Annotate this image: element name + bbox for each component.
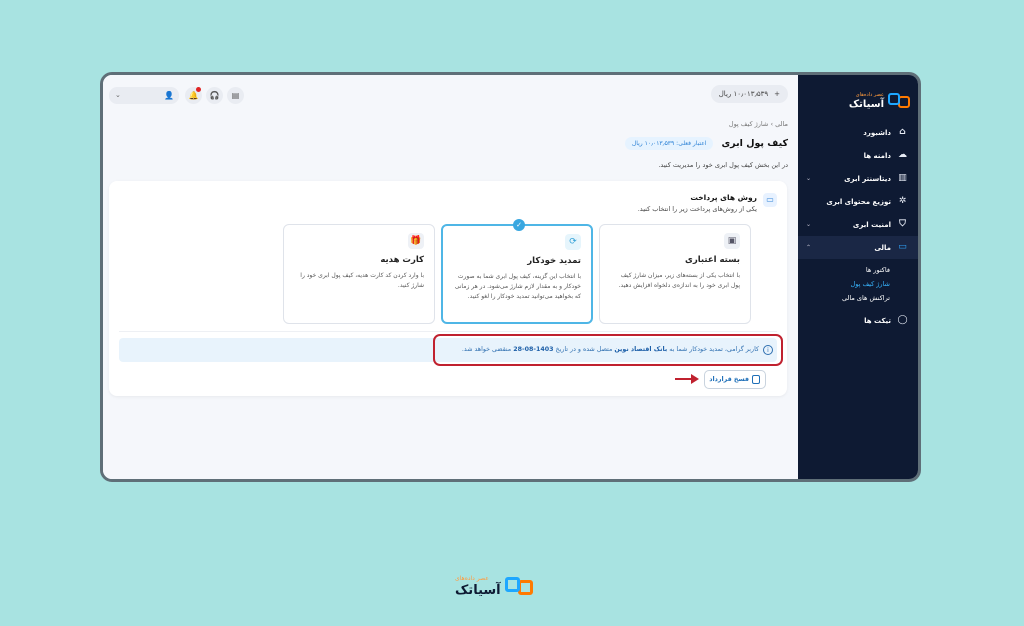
notice-bank: بانک اقتصاد نوین <box>614 346 668 353</box>
headset-icon[interactable]: 🎧 <box>206 87 223 104</box>
logo-icon <box>888 93 910 109</box>
arrow-right-icon <box>675 374 699 384</box>
footer-logo: عصر داده‌های آسیاتک <box>455 576 533 597</box>
user-menu[interactable]: ⌄ 👤 <box>109 87 179 104</box>
user-icon: 👤 <box>164 91 174 100</box>
option-desc: با انتخاب یکی از بسته‌های زیر، میزان شار… <box>618 272 740 289</box>
cloud-upload-icon: ☁ <box>898 150 907 160</box>
plus-icon: + <box>774 90 780 98</box>
sidebar-sub-transactions[interactable]: تراکنش های مالی <box>798 291 918 305</box>
chat-icon: ◯ <box>897 315 908 325</box>
wallet-icon: ▭ <box>898 242 907 252</box>
balance-amount: ۱۰٫۰۱۳٫۵۳۹ ریال <box>718 90 769 98</box>
chevron-up-icon: ⌃ <box>806 244 812 251</box>
gift-icon: 🎁 <box>408 233 424 249</box>
title-row: کیف پول ابری اعتبار فعلی: ۱۰٫۰۱۳٫۵۳۹ ریا… <box>624 137 788 150</box>
page-description: در این بخش کیف پول ابری خود را مدیریت کن… <box>658 161 788 169</box>
option-title: بسته اعتباری <box>685 255 740 265</box>
topbar: ⌄ 👤 🔔 🎧 ▤ + ۱۰٫۰۱۳٫۵۳۹ ریال <box>109 85 788 105</box>
notice-date: 1403-08-28 <box>513 346 554 353</box>
option-gift-card[interactable]: 🎁 کارت هدیه با وارد کردن کد کارت هدیه، ک… <box>283 224 435 324</box>
chevron-down-icon: ⌄ <box>806 221 812 228</box>
sidebar-item-domains[interactable]: ☁ دامنه ها <box>798 144 918 167</box>
payment-title: روش های پرداخت <box>690 193 757 202</box>
footer-logo-icon <box>504 576 533 597</box>
divider <box>119 331 777 332</box>
info-icon: i <box>763 345 773 355</box>
option-title: تمدید خودکار <box>527 256 581 266</box>
payment-subtitle: یکی از روش‌های پرداخت زیر را انتخاب کنید… <box>637 205 757 213</box>
credit-badge: اعتبار فعلی: ۱۰٫۰۱۳٫۵۳۹ ریال <box>624 137 714 150</box>
sidebar-sub-wallet-charge[interactable]: شارژ کیف پول <box>798 277 918 291</box>
footer-logo-text: عصر داده‌های آسیاتک <box>455 575 501 598</box>
sidebar: عصر داده‌های آسیاتک ⌂ داشبورد ☁ دامنه ها ▥ د… <box>798 75 918 479</box>
notice-text-3: منقضی خواهد شد. <box>461 346 512 353</box>
shield-icon: ⛉ <box>899 219 906 229</box>
option-desc: با انتخاب این گزینه، کیف پول ابری شما به… <box>454 273 581 300</box>
sidebar-item-cdn[interactable]: ✲ توزیع محتوای ابری <box>798 190 918 213</box>
notice-text-1: کاربر گرامی، تمدید خودکار شما به <box>669 346 759 353</box>
option-credit-package[interactable]: ▣ بسته اعتباری با انتخاب یکی از بسته‌های… <box>599 224 751 324</box>
cancel-contract-button[interactable]: فسخ قرارداد <box>704 370 766 389</box>
breadcrumb: مالی › شارژ کیف پول <box>729 120 788 128</box>
sidebar-item-datacenter[interactable]: ▥ دیتاسنتر ابری ⌄ <box>798 167 918 190</box>
box-icon: ▣ <box>724 233 740 249</box>
breadcrumb-parent[interactable]: مالی <box>775 120 788 128</box>
notice-text-2: متصل شده و در تاریخ <box>555 346 613 353</box>
sidebar-item-tickets[interactable]: ◯ تیکت ها <box>798 309 918 332</box>
sidebar-logo[interactable]: عصر داده‌های آسیاتک <box>798 89 918 121</box>
refresh-icon: ⟳ <box>565 234 581 250</box>
main-content: ⌄ 👤 🔔 🎧 ▤ + ۱۰٫۰۱۳٫۵۳۹ ریال مالی › شارژ ک… <box>103 75 798 479</box>
chevron-down-icon: ⌄ <box>806 175 812 182</box>
payment-methods-icon: ▭ <box>763 193 777 207</box>
payment-card: ▭ روش های پرداخت یکی از روش‌های پرداخت ز… <box>109 181 787 396</box>
auto-renew-notice: i کاربر گرامی، تمدید خودکار شما به بانک … <box>433 334 783 366</box>
sidebar-sub-invoices[interactable]: فاکتور ها <box>798 263 918 277</box>
server-icon: ▥ <box>898 173 907 183</box>
breadcrumb-current: شارژ کیف پول <box>728 120 769 128</box>
bell-icon[interactable]: 🔔 <box>185 87 202 104</box>
option-desc: با وارد کردن کد کارت هدیه، کیف پول ابری … <box>300 272 424 289</box>
payment-header: ▭ روش های پرداخت یکی از روش‌های پرداخت ز… <box>638 193 777 213</box>
option-title: کارت هدیه <box>380 255 424 265</box>
app-window: ⌄ 👤 🔔 🎧 ▤ + ۱۰٫۰۱۳٫۵۳۹ ریال مالی › شارژ ک… <box>100 72 921 482</box>
notification-dot <box>196 87 201 92</box>
logo-text: عصر داده‌های آسیاتک <box>848 91 884 110</box>
sidebar-item-finance[interactable]: ▭ مالی ⌃ <box>798 236 918 259</box>
network-icon: ✲ <box>898 196 907 206</box>
balance-pill[interactable]: + ۱۰٫۰۱۳٫۵۳۹ ریال <box>710 85 788 103</box>
calculator-icon[interactable]: ▤ <box>227 87 244 104</box>
finance-submenu: فاکتور ها شارژ کیف پول تراکنش های مالی <box>798 259 918 309</box>
breadcrumb-sep: › <box>770 120 774 128</box>
check-icon: ✓ <box>513 219 525 231</box>
sidebar-item-dashboard[interactable]: ⌂ داشبورد <box>798 121 918 144</box>
document-icon <box>752 375 760 384</box>
page-title: کیف پول ابری <box>721 138 788 149</box>
cancel-label: فسخ قرارداد <box>709 376 749 383</box>
home-icon: ⌂ <box>899 127 906 137</box>
sidebar-item-security[interactable]: ⛉ امنیت ابری ⌄ <box>798 213 918 236</box>
option-auto-renew[interactable]: ✓ ⟳ تمدید خودکار با انتخاب این گزینه، کی… <box>441 219 593 324</box>
